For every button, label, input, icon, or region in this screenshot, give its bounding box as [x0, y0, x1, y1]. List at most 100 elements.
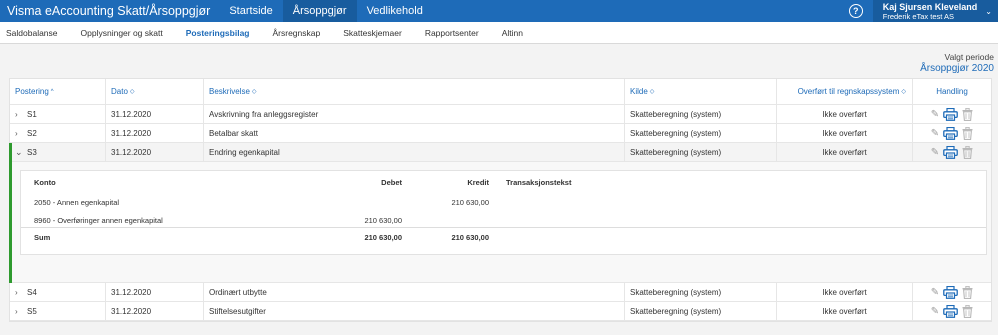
posting-description: Stiftelsesutgifter [204, 302, 625, 320]
transfer-status: Ikke overført [777, 302, 913, 320]
table-header: Postering ^ Dato ◇ Beskrivelse ◇ Kilde ◇ Ove… [10, 79, 991, 105]
pencil-icon[interactable]: ✎ [931, 109, 939, 120]
sum-debet: 210 630,00 [364, 232, 402, 242]
period-selector: Valgt periode Årsoppgjør 2020 [920, 52, 994, 74]
sum-divider [21, 227, 986, 228]
posting-id: S5 [27, 306, 37, 316]
posting-source: Skatteberegning (system) [625, 302, 777, 320]
posting-detail-panel: Konto Debet Kredit Transaksjonstekst 205… [10, 162, 991, 283]
detail-col-debet: Debet [381, 177, 402, 187]
printer-icon[interactable] [943, 126, 959, 140]
sum-kredit: 210 630,00 [451, 232, 489, 242]
user-menu[interactable]: Kaj Sjursen Kleveland Frederik eTax test… [872, 0, 998, 22]
table-row[interactable]: › S4 31.12.2020 Ordinært utbytte Skattebe… [10, 283, 991, 302]
chevron-right-icon[interactable]: › [15, 110, 27, 119]
trash-icon[interactable] [962, 126, 973, 140]
detail-col-tekst: Transaksjonstekst [506, 177, 572, 187]
period-value[interactable]: Årsoppgjør 2020 [920, 63, 994, 74]
printer-icon[interactable] [943, 145, 959, 159]
col-kilde[interactable]: Kilde ◇ [625, 79, 777, 104]
printer-icon[interactable] [943, 304, 959, 318]
subnav-posteringsbilag[interactable]: Posteringsbilag [186, 28, 250, 38]
chevron-down-icon[interactable]: ⌄ [15, 148, 27, 157]
table-body: › S1 31.12.2020 Avskrivning fra anleggsre… [9, 105, 991, 321]
detail-col-konto: Konto [34, 177, 56, 187]
posting-source: Skatteberegning (system) [625, 283, 777, 301]
pencil-icon[interactable]: ✎ [931, 287, 939, 298]
subnav-skatteskjemaer[interactable]: Skatteskjemaer [343, 28, 402, 38]
chevron-right-icon[interactable]: › [15, 288, 27, 297]
postings-table: Postering ^ Dato ◇ Beskrivelse ◇ Kilde ◇ Ove… [9, 78, 992, 322]
table-row[interactable]: › S2 31.12.2020 Betalbar skatt Skattebere… [10, 124, 991, 143]
posting-date: 31.12.2020 [106, 124, 204, 142]
posting-id: S1 [27, 109, 37, 119]
sum-label: Sum [34, 232, 51, 242]
nav-startside[interactable]: Startside [219, 0, 282, 22]
period-label: Valgt periode [944, 52, 994, 62]
transfer-status: Ikke overført [777, 143, 913, 161]
top-bar: Visma eAccounting Skatt/Årsoppgjør Start… [0, 0, 998, 22]
pencil-icon[interactable]: ✎ [931, 147, 939, 158]
table-row[interactable]: ⌄ S3 31.12.2020 Endring egenkapital Skatt… [10, 143, 991, 162]
posting-date: 31.12.2020 [106, 143, 204, 161]
line-debet: 210 630,00 [364, 215, 402, 225]
posting-id: S2 [27, 128, 37, 138]
trash-icon[interactable] [962, 107, 973, 121]
sort-icon: ◇ [129, 89, 135, 95]
posting-date: 31.12.2020 [106, 105, 204, 123]
chevron-down-icon[interactable]: ⌄ [985, 7, 992, 16]
posting-description: Endring egenkapital [204, 143, 625, 161]
nav-arsoppgjor[interactable]: Årsoppgjør [282, 0, 357, 22]
transfer-status: Ikke overført [777, 283, 913, 301]
help-icon[interactable]: ? [848, 4, 863, 18]
printer-icon[interactable] [943, 107, 959, 121]
col-dato[interactable]: Dato ◇ [106, 79, 204, 104]
transfer-status: Ikke overført [777, 124, 913, 142]
sort-asc-icon: ^ [50, 88, 54, 95]
subnav-saldobalanse[interactable]: Saldobalanse [6, 28, 58, 38]
line-konto: 8960 - Overføringer annen egenkapital [34, 215, 163, 225]
app-title[interactable]: Visma eAccounting Skatt/Årsoppgjør [0, 0, 219, 22]
printer-icon[interactable] [943, 285, 959, 299]
main-nav: Startside Årsoppgjør Vedlikehold [219, 0, 433, 22]
posting-description: Ordinært utbytte [204, 283, 625, 301]
detail-sum-row: Sum 210 630,00 210 630,00 [21, 230, 986, 244]
posting-description: Betalbar skatt [204, 124, 625, 142]
subnav-opplysninger[interactable]: Opplysninger og skatt [81, 28, 163, 38]
subnav-arsregnskap[interactable]: Årsregnskap [273, 28, 321, 38]
subnav-altinn[interactable]: Altinn [502, 28, 523, 38]
posting-date: 31.12.2020 [106, 283, 204, 301]
col-handling: Handling [936, 87, 968, 96]
posting-lines-table: Konto Debet Kredit Transaksjonstekst 205… [20, 170, 987, 255]
company-name: Frederik eTax test AS [882, 11, 955, 21]
table-row[interactable]: › S1 31.12.2020 Avskrivning fra anleggsre… [10, 105, 991, 124]
detail-line: 2050 - Annen egenkapital 210 630,00 [21, 195, 986, 209]
col-beskrivelse[interactable]: Beskrivelse ◇ [204, 79, 625, 104]
sub-nav: Saldobalanse Opplysninger og skatt Poste… [0, 22, 998, 44]
posting-source: Skatteberegning (system) [625, 105, 777, 123]
subnav-rapportsenter[interactable]: Rapportsenter [425, 28, 479, 38]
trash-icon[interactable] [962, 285, 973, 299]
posting-id: S4 [27, 287, 37, 297]
posting-source: Skatteberegning (system) [625, 143, 777, 161]
sort-icon: ◇ [901, 89, 906, 95]
detail-header: Konto Debet Kredit Transaksjonstekst [21, 175, 986, 189]
chevron-right-icon[interactable]: › [15, 129, 27, 138]
pencil-icon[interactable]: ✎ [931, 128, 939, 139]
chevron-right-icon[interactable]: › [15, 307, 27, 316]
col-overfort[interactable]: Overført til regnskapssystem ◇ [777, 79, 913, 104]
trash-icon[interactable] [962, 145, 973, 159]
detail-line: 8960 - Overføringer annen egenkapital 21… [21, 213, 986, 227]
trash-icon[interactable] [962, 304, 973, 318]
detail-col-kredit: Kredit [467, 177, 489, 187]
line-kredit: 210 630,00 [451, 197, 489, 207]
col-postering[interactable]: Postering ^ [10, 79, 106, 104]
posting-source: Skatteberegning (system) [625, 124, 777, 142]
line-konto: 2050 - Annen egenkapital [34, 197, 120, 207]
transfer-status: Ikke overført [777, 105, 913, 123]
user-name: Kaj Sjursen Kleveland [882, 1, 978, 12]
pencil-icon[interactable]: ✎ [931, 306, 939, 317]
table-row[interactable]: › S5 31.12.2020 Stiftelsesutgifter Skatte… [10, 302, 991, 321]
nav-vedlikehold[interactable]: Vedlikehold [357, 0, 433, 22]
posting-id: S3 [27, 147, 37, 157]
